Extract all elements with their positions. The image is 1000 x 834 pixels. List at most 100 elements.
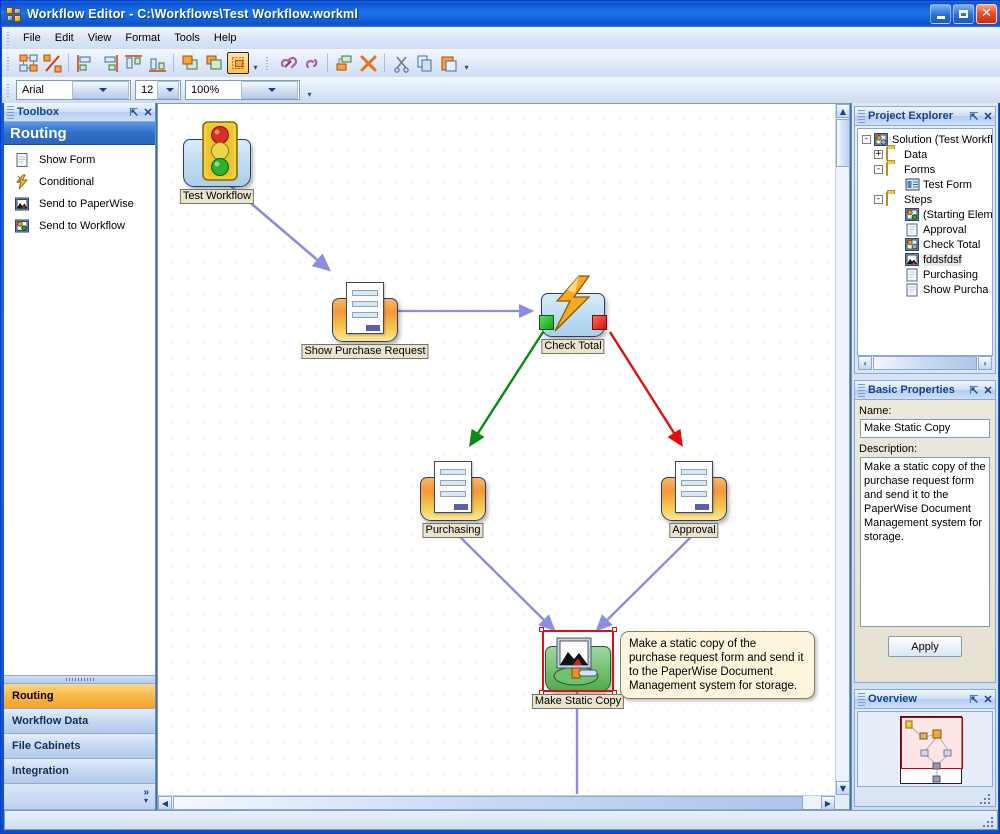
close-button[interactable]: ✕ bbox=[976, 4, 997, 24]
cut-diagonal-icon[interactable] bbox=[41, 52, 63, 74]
format-toolbar-overflow[interactable]: ▾ bbox=[304, 79, 315, 101]
pin-icon[interactable]: ⇱ bbox=[967, 693, 981, 706]
group-selection-icon[interactable] bbox=[227, 52, 249, 74]
tree-item-fddsfdsf[interactable]: fddsfdsf bbox=[860, 252, 992, 267]
toolbox-tab-file-cabinets[interactable]: File Cabinets bbox=[4, 734, 155, 759]
close-icon[interactable]: ✕ bbox=[981, 384, 995, 397]
toolbar-gripper-1[interactable] bbox=[4, 55, 13, 71]
pin-icon[interactable]: ⇱ bbox=[127, 106, 141, 119]
toolbox-item-send-to-workflow[interactable]: Send to Workflow bbox=[4, 215, 155, 237]
horizontal-scroll-thumb[interactable] bbox=[173, 796, 803, 810]
resize-handle-nw[interactable] bbox=[539, 627, 544, 632]
paste-icon[interactable] bbox=[438, 52, 460, 74]
close-icon[interactable]: ✕ bbox=[981, 110, 995, 123]
menu-format[interactable]: Format bbox=[118, 29, 167, 47]
project-explorer-tree-container[interactable]: - Solution (Test Workfl bbox=[857, 128, 993, 356]
chevron-down-icon[interactable] bbox=[72, 81, 129, 99]
overview-map[interactable] bbox=[857, 711, 993, 787]
node-check-total[interactable]: Check Total bbox=[535, 275, 611, 357]
tree-item-show-purchase[interactable]: Show Purcha bbox=[860, 282, 992, 297]
tree-scroll-right-button[interactable]: › bbox=[978, 356, 992, 370]
tree-item-purchasing[interactable]: Purchasing bbox=[860, 267, 992, 282]
toolbar-gripper-2[interactable] bbox=[263, 55, 272, 71]
align-left-icon[interactable] bbox=[74, 52, 96, 74]
chevron-down-icon[interactable] bbox=[157, 81, 180, 99]
tree-item-forms[interactable]: - Forms bbox=[860, 162, 992, 177]
tree-item-solution[interactable]: - Solution (Test Workfl bbox=[860, 132, 992, 147]
node-test-workflow[interactable]: Test Workflow bbox=[178, 119, 256, 205]
description-field[interactable]: Make a static copy of the purchase reque… bbox=[860, 457, 990, 627]
canvas-vertical-scrollbar[interactable]: ▲ ▼ bbox=[835, 104, 849, 795]
tree-item-steps[interactable]: - Steps bbox=[860, 192, 992, 207]
expander-icon[interactable]: - bbox=[862, 135, 871, 144]
toolbar-overflow-2[interactable]: ▾ bbox=[461, 52, 472, 74]
menu-file[interactable]: File bbox=[16, 29, 48, 47]
project-explorer-hscrollbar[interactable]: ‹ › bbox=[858, 356, 992, 370]
maximize-button[interactable] bbox=[953, 4, 974, 24]
toolbox-item-send-to-paperwise[interactable]: Send to PaperWise bbox=[4, 193, 155, 215]
menu-edit[interactable]: Edit bbox=[48, 29, 81, 47]
toolbox-tab-routing[interactable]: Routing bbox=[4, 684, 155, 709]
output-port-green[interactable] bbox=[539, 315, 554, 330]
font-name-combo[interactable]: Arial bbox=[16, 80, 131, 100]
toolbar-overflow-1[interactable]: ▾ bbox=[250, 52, 261, 74]
menu-view[interactable]: View bbox=[81, 29, 119, 47]
tree-item-starting-element[interactable]: (Starting Elem bbox=[860, 207, 992, 222]
node-approval[interactable]: Approval bbox=[655, 459, 733, 541]
toolbox-tab-workflow-data[interactable]: Workflow Data bbox=[4, 709, 155, 734]
scroll-down-button[interactable]: ▼ bbox=[836, 781, 850, 795]
delete-icon[interactable] bbox=[357, 52, 379, 74]
cut-icon[interactable] bbox=[390, 52, 412, 74]
node-show-purchase-request[interactable]: Show Purchase Request bbox=[326, 280, 404, 362]
tree-item-approval[interactable]: Approval bbox=[860, 222, 992, 237]
toolbox-splitter[interactable] bbox=[4, 675, 155, 684]
close-icon[interactable]: ✕ bbox=[981, 693, 995, 706]
minimize-button[interactable] bbox=[930, 4, 951, 24]
vertical-scroll-thumb[interactable] bbox=[836, 119, 850, 167]
font-size-combo[interactable]: 12 bbox=[135, 80, 181, 100]
pin-icon[interactable]: ⇱ bbox=[967, 384, 981, 397]
tree-item-check-total[interactable]: Check Total bbox=[860, 237, 992, 252]
menubar-gripper[interactable] bbox=[4, 30, 13, 46]
tree-item-data[interactable]: + Data bbox=[860, 147, 992, 162]
toolbox-more-tabs[interactable]: » ▾ bbox=[4, 784, 155, 810]
node-make-static-copy[interactable]: Make Static Copy bbox=[542, 630, 614, 712]
toolbox-item-show-form[interactable]: Show Form bbox=[4, 149, 155, 171]
format-toolbar-gripper[interactable] bbox=[4, 82, 13, 98]
expander-icon[interactable]: - bbox=[874, 165, 883, 174]
tree-item-test-form[interactable]: Test Form bbox=[860, 177, 992, 192]
resize-handle-ne[interactable] bbox=[612, 627, 617, 632]
window-resize-grip[interactable] bbox=[981, 814, 995, 828]
node-purchasing[interactable]: Purchasing bbox=[414, 459, 492, 541]
link-icon[interactable] bbox=[276, 52, 298, 74]
zoom-combo[interactable]: 100% bbox=[185, 80, 300, 100]
output-port-red[interactable] bbox=[592, 315, 607, 330]
pin-icon[interactable]: ⇱ bbox=[967, 110, 981, 123]
workflow-canvas[interactable]: Test Workflow Show Purchase Request bbox=[158, 104, 835, 795]
copy-icon[interactable] bbox=[414, 52, 436, 74]
name-field[interactable]: Make Static Copy bbox=[860, 419, 990, 438]
align-bottom-icon[interactable] bbox=[146, 52, 168, 74]
overview-resize-grip[interactable] bbox=[980, 792, 992, 804]
new-workflow-icon[interactable] bbox=[17, 52, 39, 74]
menu-help[interactable]: Help bbox=[207, 29, 244, 47]
send-to-back-icon[interactable] bbox=[203, 52, 225, 74]
scroll-right-button[interactable]: ▶ bbox=[821, 796, 835, 810]
expander-icon[interactable]: + bbox=[874, 150, 883, 159]
scroll-up-button[interactable]: ▲ bbox=[836, 104, 850, 118]
properties-icon[interactable] bbox=[333, 52, 355, 74]
tree-scroll-left-button[interactable]: ‹ bbox=[858, 356, 872, 370]
menu-tools[interactable]: Tools bbox=[167, 29, 207, 47]
tree-scroll-thumb[interactable] bbox=[873, 356, 977, 370]
bring-to-front-icon[interactable] bbox=[179, 52, 201, 74]
unlink-icon[interactable] bbox=[300, 52, 322, 74]
align-right-icon[interactable] bbox=[98, 52, 120, 74]
toolbox-item-conditional[interactable]: Conditional bbox=[4, 171, 155, 193]
apply-button[interactable]: Apply bbox=[888, 636, 962, 657]
toolbox-tab-integration[interactable]: Integration bbox=[4, 759, 155, 784]
scroll-left-button[interactable]: ◀ bbox=[158, 796, 172, 810]
toolbox-section-routing[interactable]: Routing bbox=[4, 122, 155, 145]
close-icon[interactable]: ✕ bbox=[141, 106, 155, 119]
chevron-down-icon[interactable] bbox=[241, 81, 298, 99]
expander-icon[interactable]: - bbox=[874, 195, 883, 204]
